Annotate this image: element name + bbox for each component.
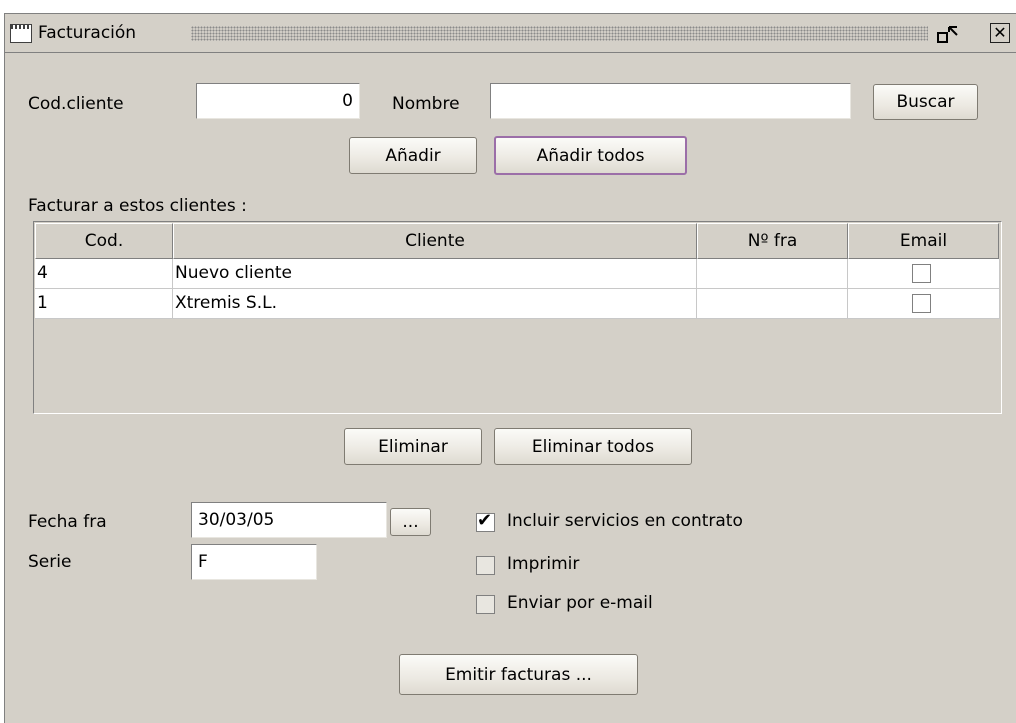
- title-bar-grip[interactable]: [191, 26, 928, 41]
- email-checkbox[interactable]: [912, 294, 931, 313]
- enviar-email-label[interactable]: Enviar por e-mail: [507, 593, 653, 613]
- cod-cliente-label: Cod.cliente: [28, 94, 124, 114]
- cell-email: [848, 289, 1000, 319]
- fecha-fra-label: Fecha fra: [28, 512, 107, 532]
- table-row[interactable]: 1 Xtremis S.L.: [35, 289, 1000, 319]
- email-checkbox[interactable]: [912, 264, 931, 283]
- cell-cliente[interactable]: Nuevo cliente: [173, 259, 697, 289]
- facturar-clientes-label: Facturar a estos clientes :: [28, 196, 247, 216]
- checkmark-icon: ✔: [477, 510, 493, 531]
- column-header-nfra[interactable]: Nº fra: [697, 223, 848, 259]
- date-picker-button[interactable]: ...: [390, 508, 431, 536]
- eliminar-button[interactable]: Eliminar: [344, 428, 482, 465]
- window-icon: [10, 24, 32, 43]
- nombre-label: Nombre: [392, 94, 460, 114]
- incluir-servicios-checkbox[interactable]: ✔: [476, 510, 495, 532]
- anadir-button[interactable]: Añadir: [349, 137, 477, 174]
- cod-cliente-input[interactable]: 0: [196, 83, 360, 119]
- enviar-email-checkbox[interactable]: [476, 595, 495, 614]
- cell-nfra[interactable]: [697, 259, 848, 289]
- column-header-cliente[interactable]: Cliente: [173, 223, 697, 259]
- incluir-servicios-label[interactable]: Incluir servicios en contrato: [507, 511, 743, 531]
- facturacion-window: Facturación ✕ Cod.cliente 0 Nombre Busca…: [4, 13, 1016, 723]
- eliminar-todos-button[interactable]: Eliminar todos: [494, 428, 692, 465]
- emitir-facturas-button[interactable]: Emitir facturas ...: [399, 654, 638, 695]
- window-title: Facturación: [38, 23, 137, 43]
- serie-label: Serie: [28, 552, 72, 572]
- nombre-input[interactable]: [490, 83, 851, 119]
- table-row[interactable]: 4 Nuevo cliente: [35, 259, 1000, 289]
- anadir-todos-button[interactable]: Añadir todos: [494, 136, 687, 175]
- cell-cod[interactable]: 1: [35, 289, 173, 319]
- close-icon[interactable]: ✕: [990, 23, 1010, 43]
- fecha-fra-input[interactable]: 30/03/05: [191, 502, 387, 538]
- cell-email: [848, 259, 1000, 289]
- cell-nfra[interactable]: [697, 289, 848, 319]
- buscar-button[interactable]: Buscar: [873, 84, 978, 120]
- column-header-cod[interactable]: Cod.: [35, 223, 173, 259]
- cell-cliente[interactable]: Xtremis S.L.: [173, 289, 697, 319]
- cell-cod[interactable]: 4: [35, 259, 173, 289]
- imprimir-checkbox[interactable]: [476, 556, 495, 575]
- imprimir-label[interactable]: Imprimir: [507, 554, 579, 574]
- column-header-email[interactable]: Email: [848, 223, 999, 259]
- serie-input[interactable]: F: [191, 544, 317, 580]
- clients-table: Cod. Cliente Nº fra Email 4 Nuevo client…: [33, 221, 1002, 414]
- restore-icon[interactable]: [937, 25, 959, 44]
- title-bar[interactable]: Facturación ✕: [5, 14, 1016, 53]
